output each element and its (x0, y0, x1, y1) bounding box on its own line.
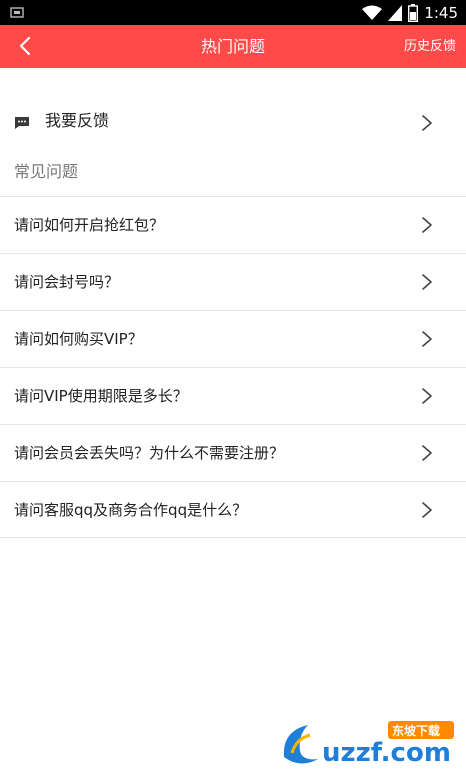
faq-question: 请问会封号吗？ (14, 273, 120, 291)
faq-item[interactable]: 请问VIP使用期限是多长？ (0, 367, 466, 424)
watermark-text: uzzf.com (322, 738, 451, 768)
feedback-row[interactable]: 我要反馈 (0, 96, 466, 150)
chevron-right-icon (422, 388, 432, 404)
screenshot-icon (10, 7, 24, 18)
section-header: 常见问题 (14, 162, 79, 181)
faq-item[interactable]: 请问如何开启抢红包？ (0, 196, 466, 253)
watermark-badge: 东坡下载 (392, 723, 440, 738)
faq-item[interactable]: 请问会员会丢失吗？为什么不需要注册？ (0, 424, 466, 481)
page-title: 热门问题 (200, 37, 265, 56)
status-time: 1:45 (424, 3, 458, 22)
faq-question: 请问会员会丢失吗？为什么不需要注册？ (14, 444, 285, 462)
app-bar: 热门问题 历史反馈 (0, 25, 466, 68)
chevron-left-icon (19, 36, 31, 56)
back-button[interactable] (10, 31, 40, 61)
faq-item[interactable]: 请问会封号吗？ (0, 253, 466, 310)
chevron-right-icon (422, 217, 432, 233)
faq-question: 请问如何开启抢红包？ (14, 216, 165, 234)
signal-icon (388, 4, 403, 21)
faq-question: 请问客服qq及商务合作qq是什么？ (14, 501, 248, 519)
faq-item[interactable]: 请问客服qq及商务合作qq是什么？ (0, 481, 466, 538)
chat-bubble-icon (15, 117, 29, 129)
chevron-right-icon (422, 274, 432, 290)
chevron-right-icon (422, 502, 432, 518)
chevron-right-icon (422, 115, 432, 131)
status-bar: 1:45 (0, 0, 466, 25)
faq-list: 请问如何开启抢红包？ 请问会封号吗？ 请问如何购买VIP？ 请问VIP使用期限是… (0, 196, 466, 538)
faq-item[interactable]: 请问如何购买VIP？ (0, 310, 466, 367)
history-feedback-button[interactable]: 历史反馈 (404, 25, 456, 68)
chevron-right-icon (422, 331, 432, 347)
wifi-icon (362, 5, 383, 20)
faq-question: 请问VIP使用期限是多长？ (14, 387, 188, 405)
uzzf-watermark-logo: uzzf.com 东坡下载 (283, 721, 454, 768)
faq-question: 请问如何购买VIP？ (14, 330, 143, 348)
battery-icon (408, 3, 419, 22)
chevron-right-icon (422, 445, 432, 461)
feedback-label: 我要反馈 (45, 111, 110, 130)
